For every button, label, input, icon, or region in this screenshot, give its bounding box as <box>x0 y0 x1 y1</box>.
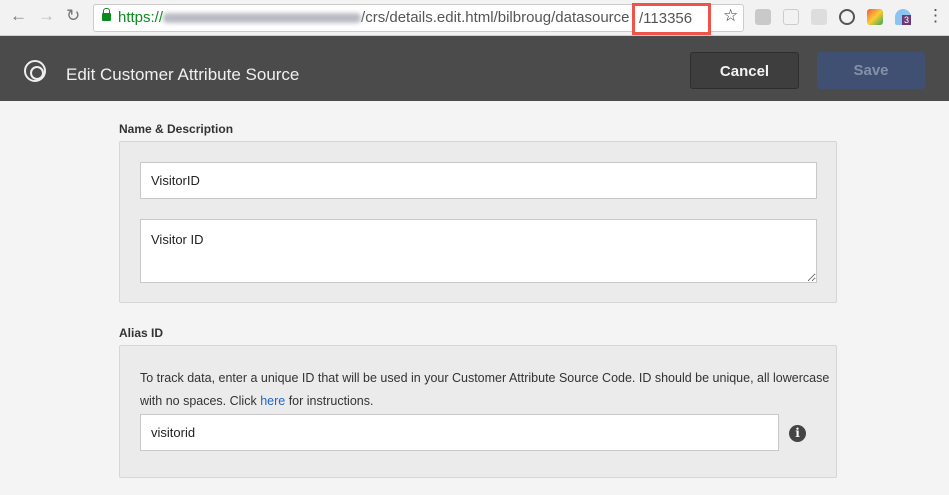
alias-section-label: Alias ID <box>119 326 164 340</box>
save-button[interactable]: Save <box>817 52 925 89</box>
ghostery-icon[interactable]: 3 <box>895 9 912 25</box>
alias-id-input[interactable] <box>140 414 779 451</box>
page-header: Edit Customer Attribute Source Cancel Sa… <box>0 36 949 101</box>
page-title: Edit Customer Attribute Source <box>66 65 300 84</box>
name-input[interactable] <box>140 162 817 199</box>
info-icon[interactable]: i <box>789 425 806 442</box>
star-icon[interactable]: ☆ <box>723 6 738 26</box>
lock-icon <box>102 8 111 21</box>
menu-dots-icon[interactable]: ⋮ <box>927 6 944 26</box>
back-arrow-icon[interactable]: ← <box>10 6 27 26</box>
app-logo-icon <box>24 60 46 82</box>
extension-icon[interactable] <box>839 9 855 25</box>
extension-icon[interactable] <box>811 9 827 25</box>
name-section-label: Name & Description <box>119 122 234 136</box>
description-textarea[interactable]: Visitor ID <box>140 219 817 283</box>
instructions-link[interactable]: here <box>260 394 285 408</box>
extension-icon[interactable] <box>867 9 883 25</box>
extension-badge: 3 <box>902 15 912 25</box>
reload-icon[interactable]: ↻ <box>66 6 80 26</box>
forward-arrow-icon[interactable]: → <box>38 6 55 26</box>
url-highlight-box: /113356 <box>632 3 711 35</box>
browser-toolbar: ← → ↻ https:///crs/details.edit.html/bil… <box>0 0 949 36</box>
cancel-button[interactable]: Cancel <box>690 52 799 89</box>
alias-help-text: To track data, enter a unique ID that wi… <box>140 371 830 408</box>
extension-icon[interactable] <box>755 9 771 25</box>
extension-icon[interactable] <box>783 9 799 25</box>
blurred-host <box>163 13 362 24</box>
